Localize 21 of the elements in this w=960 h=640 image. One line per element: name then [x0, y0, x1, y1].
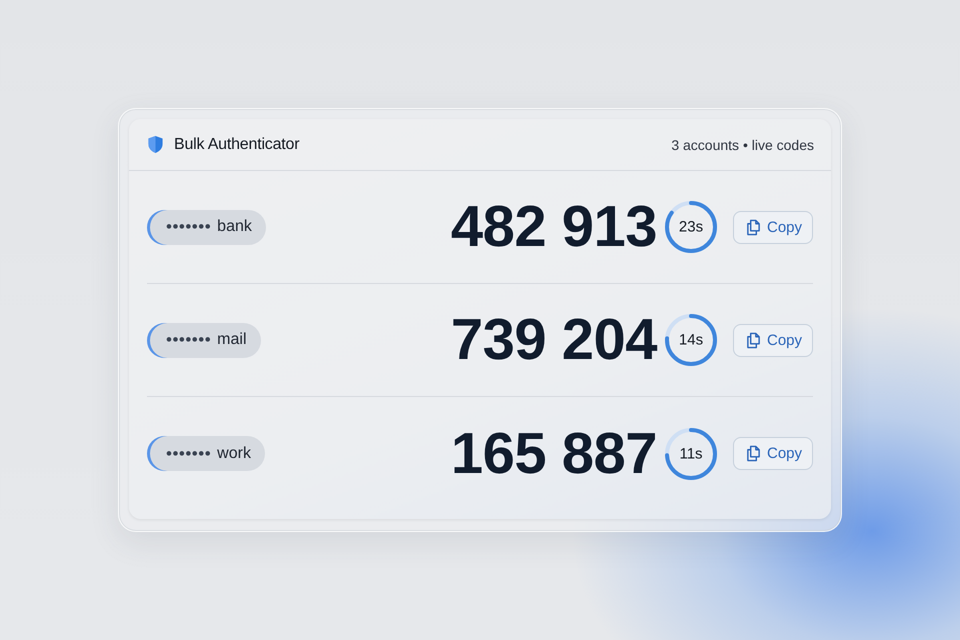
countdown-seconds: 14s	[678, 332, 704, 348]
otp-code: 165 887	[450, 424, 657, 482]
copy-icon	[746, 332, 761, 348]
account-name: work	[217, 444, 251, 462]
copy-button[interactable]: Copy	[733, 210, 813, 244]
account-name: bank	[217, 218, 252, 236]
masked-dots: •••••••	[166, 330, 212, 350]
copy-button[interactable]: Copy	[733, 437, 813, 470]
countdown-seconds: 11s	[679, 445, 703, 462]
copy-icon	[746, 445, 761, 462]
shield-icon	[147, 135, 164, 154]
masked-dots: •••••••	[166, 217, 212, 237]
otp-code: 739 204	[450, 311, 657, 369]
account-name: mail	[217, 331, 247, 349]
app-title: Bulk Authenticator	[174, 136, 300, 154]
copy-button[interactable]: Copy	[733, 324, 813, 356]
otp-code: 482 913	[450, 198, 657, 256]
header-meta: 3 accounts • live codes	[671, 136, 814, 152]
countdown-seconds: 23s	[678, 218, 704, 236]
masked-dots: •••••••	[166, 444, 212, 464]
copy-icon	[746, 218, 761, 236]
